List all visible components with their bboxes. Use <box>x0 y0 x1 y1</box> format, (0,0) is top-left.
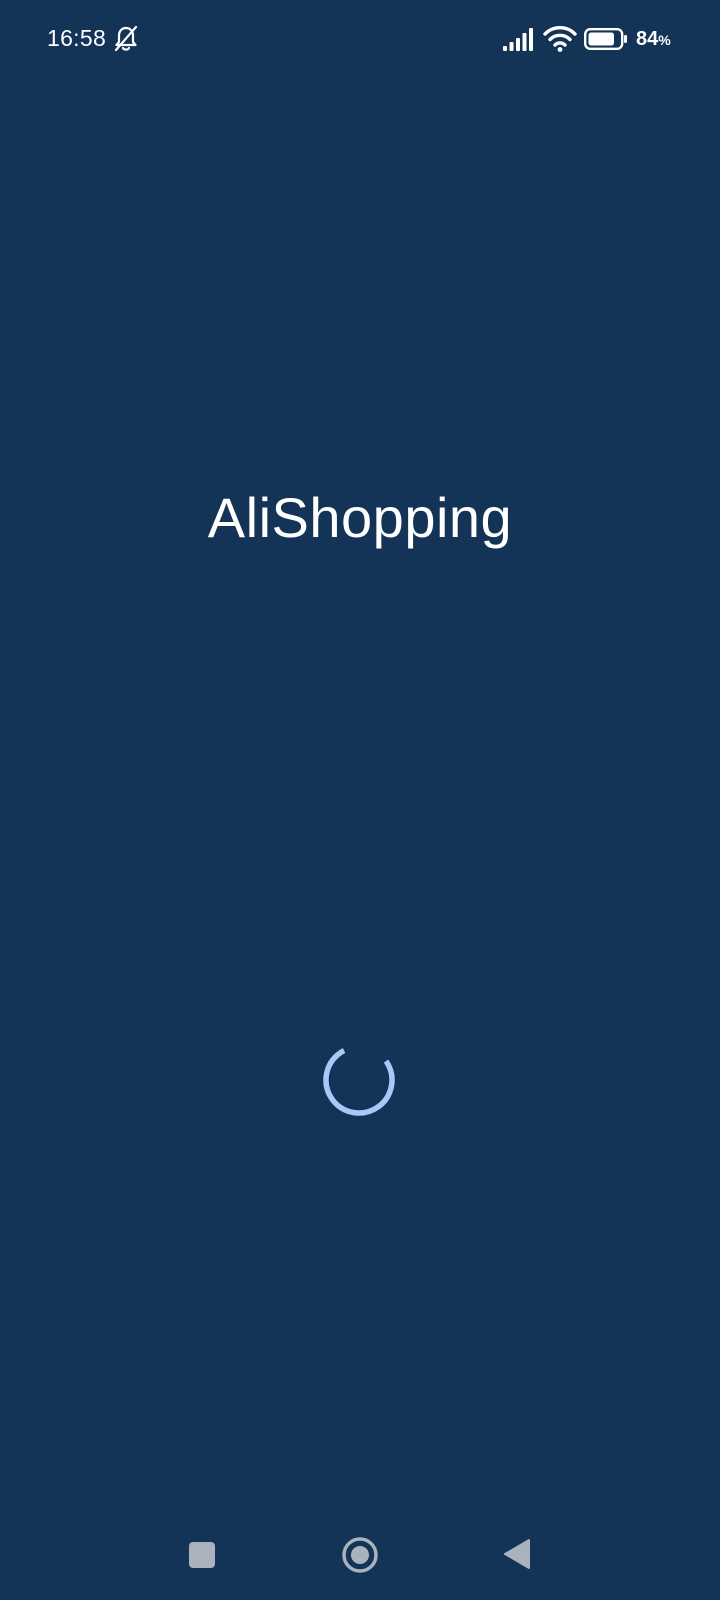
wifi-icon <box>543 26 577 52</box>
loading-spinner-icon <box>323 1044 395 1116</box>
status-bar: 16:58 84% <box>0 0 720 80</box>
back-button[interactable] <box>503 1538 531 1570</box>
recents-button[interactable] <box>189 1542 215 1568</box>
bell-muted-icon <box>114 25 138 52</box>
battery-icon <box>584 28 627 50</box>
app-title: AliShopping <box>207 486 513 549</box>
status-time: 16:58 <box>47 25 107 51</box>
battery-percentage: 84% <box>636 28 671 51</box>
home-button[interactable] <box>340 1535 380 1575</box>
navigation-bar <box>0 1500 720 1600</box>
battery-value: 84 <box>636 28 659 50</box>
splash-screen: 16:58 84% AliShopping <box>0 0 720 1600</box>
battery-unit: % <box>658 32 671 48</box>
signal-icon <box>503 28 533 51</box>
